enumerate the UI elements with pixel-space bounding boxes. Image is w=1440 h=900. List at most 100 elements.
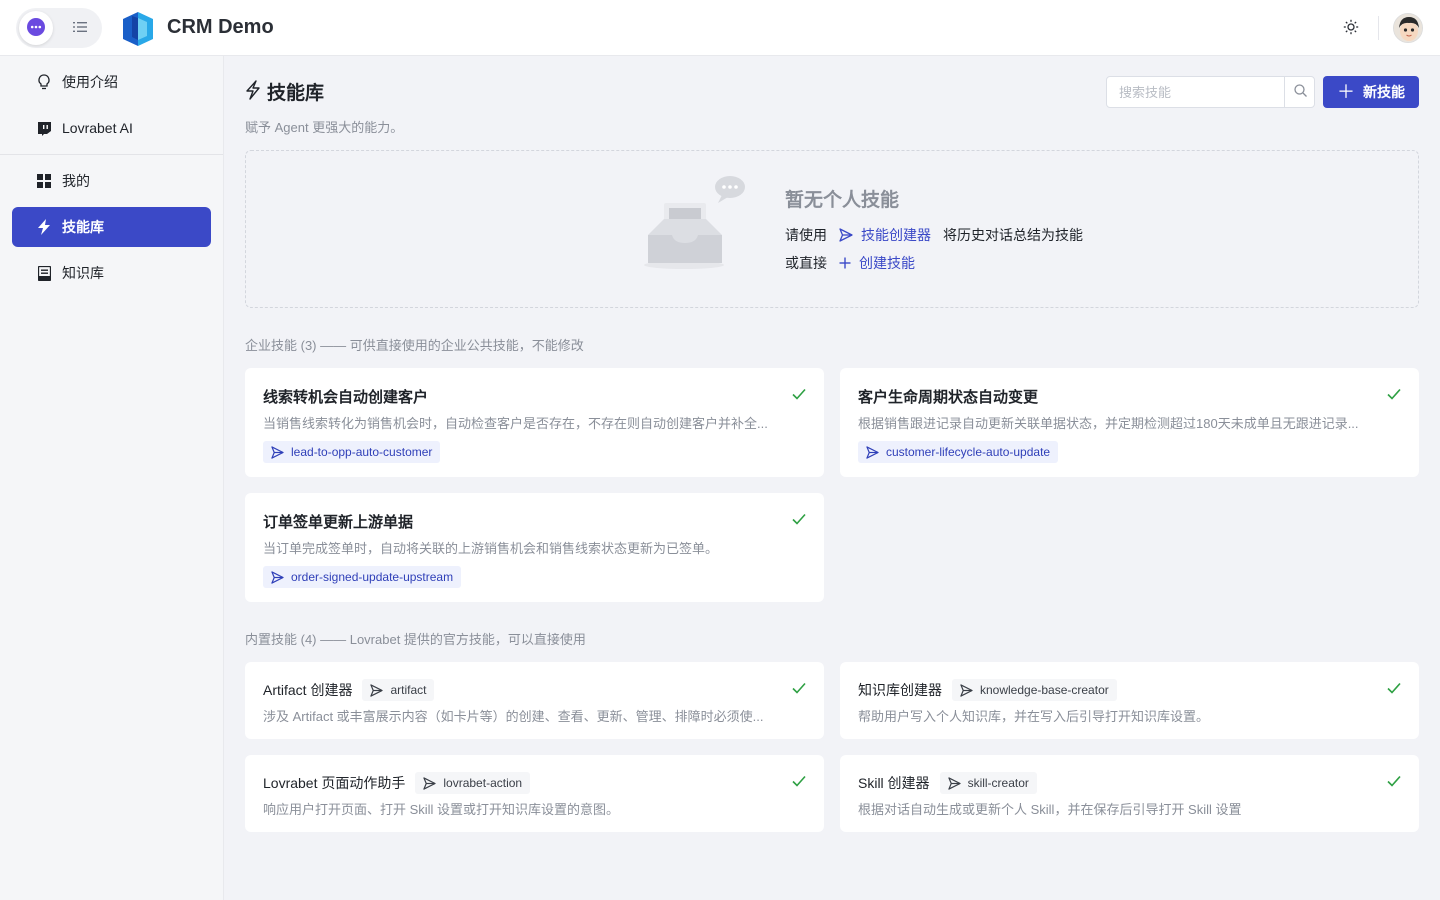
skill-tag-label: lovrabet-action	[443, 776, 523, 790]
send-icon	[947, 776, 961, 790]
builtin-skill-card[interactable]: 知识库创建器 knowledge-base-creator 帮助用户写入个人知识…	[840, 662, 1419, 739]
sidebar-item-mine[interactable]: 我的	[12, 161, 211, 201]
chat-bubble-icon	[26, 17, 46, 40]
sidebar-item-label: Lovrabet AI	[62, 120, 133, 136]
chat-toggle-button[interactable]	[19, 11, 53, 45]
enterprise-section-label: 企业技能 (3) —— 可供直接使用的企业公共技能，不能修改	[245, 338, 584, 353]
skill-tag: customer-lifecycle-auto-update	[858, 441, 1059, 463]
empty-inbox-illustration	[642, 173, 748, 273]
new-skill-button[interactable]: ＋ 新技能	[1323, 76, 1419, 108]
sidebar: 使用介绍 Lovrabet AI 我的 技能库 知识库	[0, 56, 224, 900]
send-icon	[839, 228, 853, 242]
search-icon	[1293, 84, 1307, 100]
send-icon	[960, 683, 973, 697]
builtin-skill-card[interactable]: Lovrabet 页面动作助手 lovrabet-action 响应用户打开页面…	[245, 755, 824, 832]
sidebar-item-label: 技能库	[62, 219, 104, 235]
skill-title: 客户生命周期状态自动变更	[858, 389, 1039, 406]
check-icon	[1386, 773, 1402, 789]
empty-title: 暂无个人技能	[785, 190, 900, 211]
header-divider	[1378, 16, 1379, 40]
skill-description: 响应用户打开页面、打开 Skill 设置或打开知识库设置的意图。	[263, 802, 620, 817]
skill-title: Artifact 创建器	[263, 682, 353, 698]
send-icon	[423, 776, 437, 790]
skill-title: Skill 创建器	[858, 775, 930, 791]
enterprise-skill-card[interactable]: 线索转机会自动创建客户 当销售线索转化为销售机会时，自动检查客户是否存在，不存在…	[245, 368, 824, 477]
bolt-icon	[36, 219, 52, 235]
user-avatar[interactable]	[1393, 13, 1423, 43]
sidebar-divider	[0, 154, 223, 155]
create-skill-link-label: 创建技能	[859, 255, 915, 271]
check-icon	[1386, 386, 1402, 402]
empty-hint-prefix-2: 或直接	[785, 255, 827, 271]
page-header: 技能库	[245, 78, 324, 105]
skill-tag: knowledge-base-creator	[952, 679, 1117, 701]
skill-title: 订单签单更新上游单据	[263, 514, 414, 531]
top-bar: CRM Demo	[0, 0, 1440, 56]
send-icon	[271, 445, 284, 459]
theme-toggle-button[interactable]	[1340, 17, 1362, 39]
skill-title: 知识库创建器	[858, 682, 942, 698]
skill-creator-link[interactable]: 技能创建器	[839, 225, 931, 245]
check-icon	[791, 386, 807, 402]
skill-title-row: Skill 创建器 skill-creator	[858, 772, 1037, 794]
lightbulb-icon	[36, 74, 52, 90]
twitch-chat-icon	[36, 120, 52, 136]
search-box	[1106, 76, 1315, 108]
skill-title: 线索转机会自动创建客户	[263, 389, 429, 406]
page-title: 技能库	[267, 83, 325, 104]
send-icon	[866, 445, 879, 459]
skill-tag-label: lead-to-opp-auto-customer	[291, 445, 433, 459]
skill-tag: skill-creator	[939, 772, 1037, 794]
crm-logo-icon	[122, 12, 154, 46]
skill-tag: artifact	[362, 679, 435, 701]
sidebar-item-intro[interactable]: 使用介绍	[12, 62, 211, 102]
page-subtitle: 赋予 Agent 更强大的能力。	[245, 120, 404, 135]
list-icon	[73, 20, 87, 36]
sidebar-item-skills[interactable]: 技能库	[12, 207, 211, 247]
check-icon	[791, 511, 807, 527]
skill-description: 涉及 Artifact 或丰富展示内容（如卡片等）的创建、查看、更新、管理、排障…	[263, 709, 764, 724]
skill-title-row: 知识库创建器 knowledge-base-creator	[858, 679, 1117, 701]
skill-tag-label: skill-creator	[967, 776, 1029, 790]
bolt-icon	[245, 80, 261, 103]
builtin-skill-card[interactable]: Skill 创建器 skill-creator 根据对话自动生成或更新个人 Sk…	[840, 755, 1419, 832]
sidebar-item-label: 知识库	[62, 265, 104, 281]
sun-icon	[1343, 19, 1359, 38]
search-button[interactable]	[1284, 77, 1315, 107]
sidebar-item-knowledge[interactable]: 知识库	[12, 253, 211, 293]
sidebar-item-label: 使用介绍	[62, 74, 118, 90]
empty-hint-suffix: 将历史对话总结为技能	[943, 227, 1083, 243]
skill-description: 根据销售跟进记录自动更新关联单据状态，并定期检测超过180天未成单且无跟进记录.…	[858, 416, 1359, 431]
check-icon	[791, 773, 807, 789]
empty-personal-skills: 暂无个人技能 请使用 技能创建器 将历史对话总结为技能 或直接 创建技能	[245, 150, 1419, 308]
skill-description: 当订单完成签单时，自动将关联的上游销售机会和销售线索状态更新为已签单。	[263, 541, 719, 556]
skill-description: 根据对话自动生成或更新个人 Skill，并在保存后引导打开 Skill 设置	[858, 802, 1242, 817]
grid-icon	[36, 173, 52, 189]
plus-icon	[839, 257, 851, 269]
enterprise-skill-card[interactable]: 订单签单更新上游单据 当订单完成签单时，自动将关联的上游销售机会和销售线索状态更…	[245, 493, 824, 602]
skill-creator-link-label: 技能创建器	[861, 227, 931, 243]
skill-tag-label: knowledge-base-creator	[980, 683, 1109, 697]
skill-title: Lovrabet 页面动作助手	[263, 775, 406, 791]
create-skill-link[interactable]: 创建技能	[839, 253, 915, 273]
plus-icon: ＋	[1337, 82, 1355, 102]
builtin-skill-card[interactable]: Artifact 创建器 artifact 涉及 Artifact 或丰富展示内…	[245, 662, 824, 739]
enterprise-skill-card[interactable]: 客户生命周期状态自动变更 根据销售跟进记录自动更新关联单据状态，并定期检测超过1…	[840, 368, 1419, 477]
skill-tag-label: order-signed-update-upstream	[291, 570, 454, 584]
skill-tag: order-signed-update-upstream	[263, 566, 462, 588]
skill-description: 帮助用户写入个人知识库，并在写入后引导打开知识库设置。	[858, 709, 1210, 724]
new-skill-label: 新技能	[1363, 84, 1405, 100]
skill-title-row: Lovrabet 页面动作助手 lovrabet-action	[263, 772, 531, 794]
view-toggle	[16, 8, 102, 48]
check-icon	[791, 680, 807, 696]
book-icon	[36, 265, 52, 281]
main-content: 技能库 赋予 Agent 更强大的能力。 ＋ 新技能	[225, 56, 1440, 900]
sidebar-item-lovrabet-ai[interactable]: Lovrabet AI	[12, 108, 211, 148]
empty-hint-prefix: 请使用	[785, 227, 827, 243]
list-toggle-button[interactable]	[68, 16, 92, 40]
empty-hint-line-2: 或直接 创建技能	[785, 253, 927, 273]
skill-tag: lead-to-opp-auto-customer	[263, 441, 441, 463]
app-title: CRM Demo	[167, 16, 274, 38]
send-icon	[271, 570, 284, 584]
search-input[interactable]	[1107, 77, 1284, 107]
